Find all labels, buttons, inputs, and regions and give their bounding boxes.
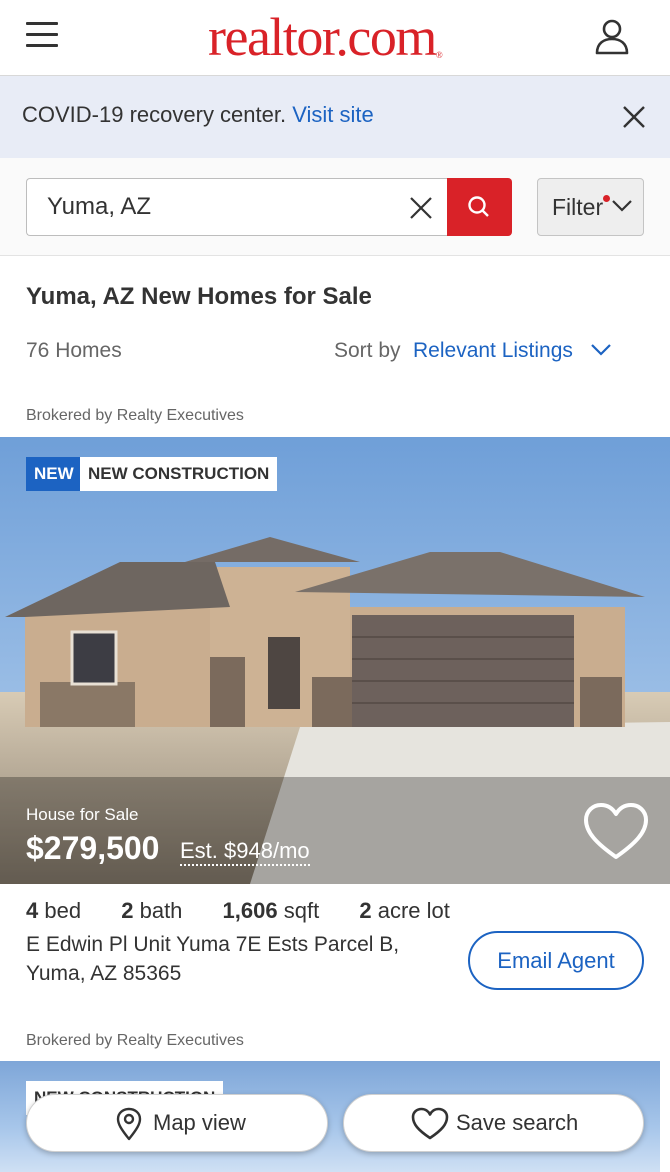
listing-address[interactable]: E Edwin Pl Unit Yuma 7E Ests Parcel B, Y… (26, 930, 446, 988)
brokered-by: Brokered by Realty Executives (26, 1032, 244, 1049)
baths-spec: 2 bath (121, 898, 182, 923)
chevron-down-icon[interactable] (590, 343, 612, 357)
filter-button[interactable]: Filter (537, 178, 644, 236)
map-view-label: Map view (153, 1110, 246, 1135)
page-title: Yuma, AZ New Homes for Sale (26, 283, 372, 310)
save-search-button[interactable]: Save search (343, 1094, 644, 1152)
listing-specs: 4 bed 2 bath 1,606 sqft 2 acre lot (26, 898, 450, 924)
results-count: 76 Homes (26, 339, 122, 362)
map-pin-icon (116, 1107, 142, 1141)
brokered-by: Brokered by Realty Executives (26, 407, 244, 424)
beds-value: 4 (26, 898, 39, 923)
filter-label: Filter (552, 194, 604, 220)
covid-banner: COVID-19 recovery center. Visit site (0, 76, 670, 158)
sqft-value: 1,606 (222, 898, 278, 923)
map-view-button[interactable]: Map view (26, 1094, 328, 1152)
search-input[interactable]: Yuma, AZ (26, 178, 448, 236)
search-bar-area: Yuma, AZ Filter (0, 158, 670, 256)
sort-dropdown[interactable]: Relevant Listings (413, 339, 573, 363)
lot-spec: 2 acre lot (359, 898, 450, 923)
email-agent-button[interactable]: Email Agent (468, 931, 644, 990)
close-icon[interactable] (620, 103, 648, 131)
sqft-spec: 1,606 sqft (223, 898, 320, 923)
listing-price: $279,500 (26, 830, 160, 866)
logo-text: realtor.com (208, 7, 437, 67)
monthly-estimate-link[interactable]: Est. $948/mo (180, 838, 310, 866)
search-button[interactable] (447, 178, 512, 236)
chevron-down-icon (612, 200, 632, 212)
lot-label: acre lot (377, 898, 450, 923)
baths-label: bath (139, 898, 183, 923)
realtor-logo[interactable]: realtor.com® (208, 5, 443, 69)
visit-site-link[interactable]: Visit site (292, 102, 374, 127)
heart-icon (411, 1107, 449, 1140)
search-icon (468, 196, 489, 217)
profile-icon[interactable] (594, 18, 630, 56)
property-type: House for Sale (26, 805, 139, 824)
baths-value: 2 (121, 898, 134, 923)
heart-icon[interactable] (582, 801, 650, 863)
banner-message: COVID-19 recovery center. (22, 102, 287, 127)
beds-label: bed (44, 898, 82, 923)
listing-photo[interactable]: NEW NEW CONSTRUCTION House for Sale $279… (0, 437, 670, 884)
address-line-2: Yuma, AZ 85365 (26, 962, 182, 985)
logo-mark: ® (435, 50, 443, 60)
menu-icon[interactable] (26, 22, 66, 54)
clear-icon[interactable] (408, 195, 434, 221)
save-search-label: Save search (456, 1110, 579, 1135)
new-badge: NEW (26, 457, 82, 491)
filter-active-dot (603, 195, 610, 202)
sqft-label: sqft (283, 898, 320, 923)
lot-value: 2 (359, 898, 372, 923)
search-value: Yuma, AZ (47, 193, 152, 220)
beds-spec: 4 bed (26, 898, 81, 923)
banner-text: COVID-19 recovery center. Visit site (22, 102, 374, 128)
sort-label: Sort by (334, 339, 401, 362)
new-construction-badge: NEW CONSTRUCTION (80, 457, 278, 491)
app-header: realtor.com® (0, 0, 670, 76)
address-line-1: E Edwin Pl Unit Yuma 7E Ests Parcel B, (26, 933, 400, 956)
